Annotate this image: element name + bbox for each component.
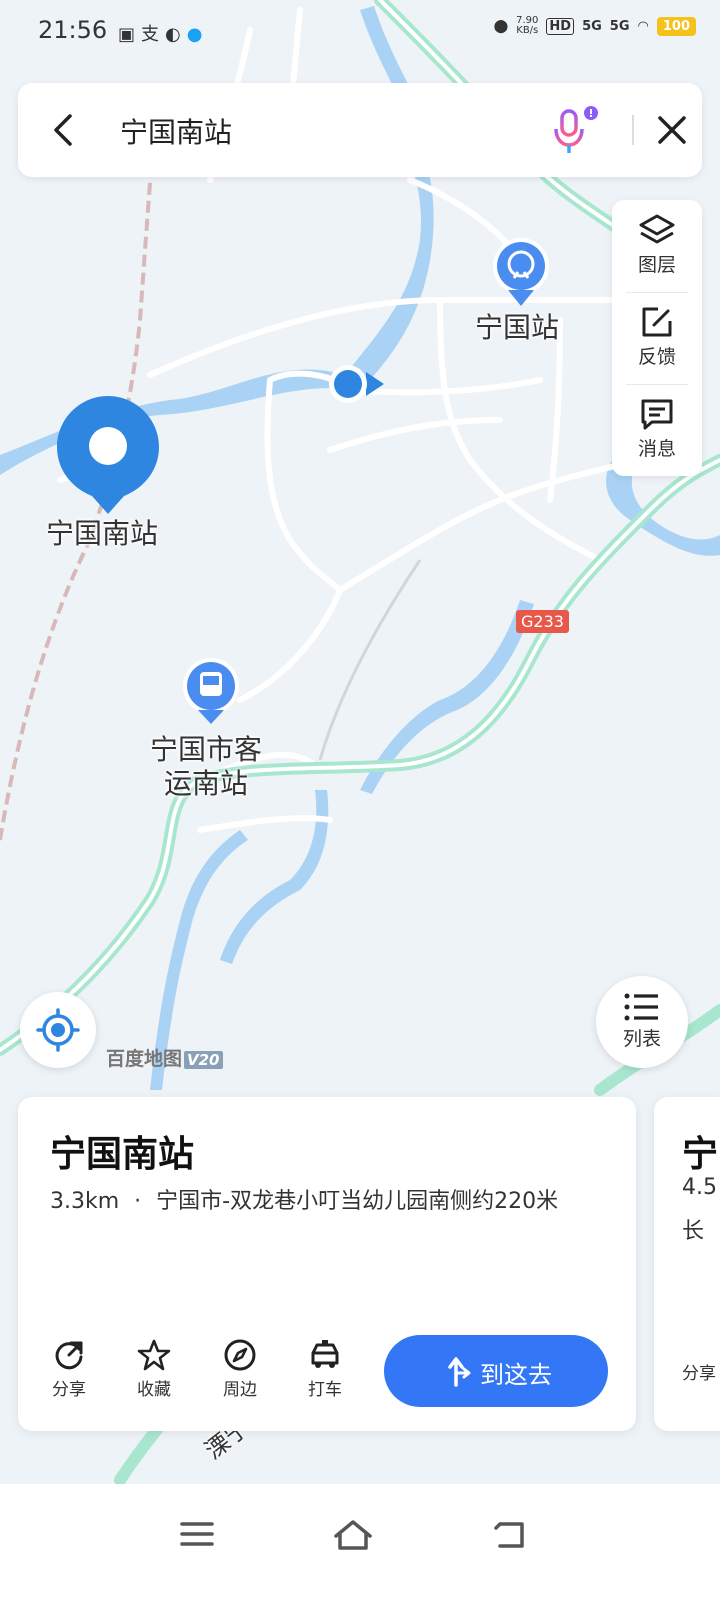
layers-button[interactable]: 图层 <box>612 200 702 292</box>
message-label: 消息 <box>637 438 676 460</box>
wifi-icon: ◠ <box>637 18 649 34</box>
share-label: 分享 <box>52 1380 86 1400</box>
g233-road-shield: G233 <box>516 610 569 633</box>
map-side-toolbar: 图层 反馈 消息 <box>612 200 702 476</box>
feedback-icon <box>642 307 672 337</box>
list-icon <box>624 993 658 1021</box>
locate-icon <box>36 1008 80 1052</box>
favorite-label: 收藏 <box>137 1380 171 1400</box>
share-button[interactable]: 分享 <box>34 1337 104 1400</box>
taxi-label: 打车 <box>308 1380 342 1400</box>
feedback-button[interactable]: 反馈 <box>612 292 702 384</box>
location-icon: ⬤ <box>493 18 509 34</box>
status-right-icons: ⬤ 7.90 KB/s HD 5G 5G ◠ 100 <box>494 16 696 36</box>
place-card[interactable]: 宁国南站 3.3km · 宁国市-双龙巷小叮当幼儿园南侧约220米 分享 收藏 … <box>18 1097 636 1431</box>
share-icon <box>55 1341 83 1370</box>
message-icon <box>641 399 673 430</box>
baidu-map-logo: 百度地图 V20 <box>106 1044 223 1071</box>
place-subtitle: 3.3km · 宁国市-双龙巷小叮当幼儿园南侧约220米 <box>50 1183 558 1215</box>
home-icon[interactable] <box>328 1512 378 1556</box>
place-distance: 3.3km <box>50 1189 120 1214</box>
nearby-label: 周边 <box>223 1380 257 1400</box>
train-station-label[interactable]: 宁国站 <box>475 306 559 346</box>
bus-station-label-2[interactable]: 运南站 <box>164 762 248 802</box>
next-card-action: 分享 <box>682 1364 716 1384</box>
layers-icon <box>639 214 675 244</box>
search-query-input[interactable]: 宁国南站 <box>120 111 232 151</box>
net-speed-unit: KB/s <box>516 25 539 36</box>
net-speed: 7.90 KB/s <box>516 16 538 36</box>
star-icon <box>137 1339 171 1371</box>
selected-poi-label[interactable]: 宁国南站 <box>46 512 158 552</box>
brand-version: V20 <box>184 1051 223 1069</box>
search-bar: 宁国南站 <box>18 83 702 177</box>
go-here-button[interactable]: 到这去 <box>384 1335 608 1407</box>
place-address: 宁国市-双龙巷小叮当幼儿园南侧约220米 <box>156 1189 559 1214</box>
voice-mic-icon[interactable] <box>550 105 600 157</box>
notification-icons: ▣支◐● <box>118 20 208 46</box>
sim1-signal: 5G <box>582 18 602 34</box>
search-divider <box>632 115 634 145</box>
clipboard-icon: ▣ <box>118 24 142 45</box>
hd-badge: HD <box>546 17 575 35</box>
message-button[interactable]: 消息 <box>612 384 702 476</box>
taxi-button[interactable]: 打车 <box>290 1337 360 1400</box>
list-label: 列表 <box>622 1028 661 1050</box>
menu-icon[interactable] <box>172 1512 222 1556</box>
next-place-card[interactable]: 宁 4.5 长 分享 <box>654 1097 720 1431</box>
alipay-icon: 支 <box>141 24 166 45</box>
favorite-button[interactable]: 收藏 <box>119 1337 189 1400</box>
nearby-button[interactable]: 周边 <box>205 1337 275 1400</box>
qq-icon: ● <box>186 24 209 45</box>
next-card-line1: 4.5 <box>682 1175 717 1200</box>
next-card-title: 宁 <box>682 1134 719 1175</box>
feedback-label: 反馈 <box>637 346 676 368</box>
sim2-signal: 5G <box>609 18 630 34</box>
status-time: 21:56 <box>38 16 108 44</box>
place-title: 宁国南站 <box>50 1134 195 1175</box>
next-card-line2: 长 <box>682 1219 705 1244</box>
layers-label: 图层 <box>637 254 676 276</box>
status-bar: 21:56 ▣支◐● ⬤ 7.90 KB/s HD 5G 5G ◠ 100 <box>0 0 720 62</box>
back-arrow-icon[interactable] <box>44 108 84 152</box>
battery-indicator: 100 <box>656 16 696 36</box>
wechat-icon: ◐ <box>165 24 187 45</box>
close-icon[interactable] <box>652 110 692 150</box>
go-here-label: 到这去 <box>480 1361 552 1389</box>
route-arrow-icon <box>448 1357 471 1387</box>
place-separator: · <box>134 1189 142 1214</box>
system-nav-bar <box>0 1484 720 1600</box>
back-icon[interactable] <box>486 1512 536 1556</box>
compass-icon <box>224 1339 256 1371</box>
brand-name: 百度地图 <box>106 1048 183 1070</box>
list-button[interactable]: 列表 <box>596 976 688 1068</box>
locate-button[interactable] <box>20 992 96 1068</box>
taxi-icon <box>311 1340 339 1368</box>
